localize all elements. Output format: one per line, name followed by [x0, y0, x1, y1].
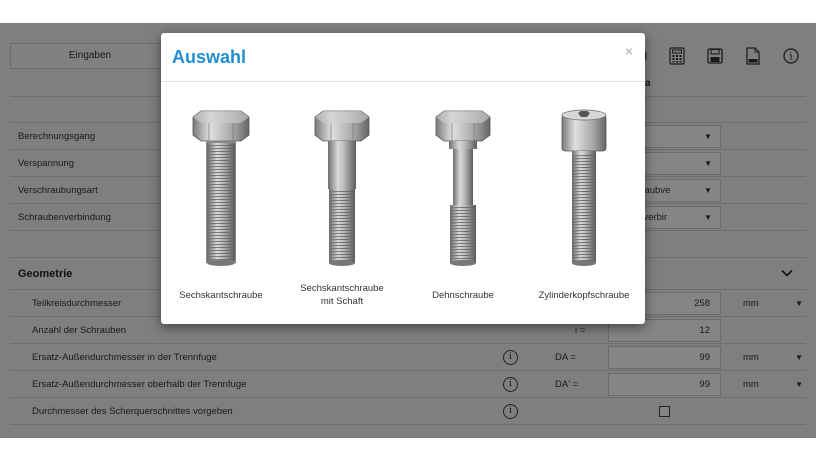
expansion-bolt-icon — [435, 110, 491, 266]
selection-modal: Auswahl × Sechskantschraube Sechskantsch… — [161, 33, 645, 324]
option-label: Sechskantschraube — [179, 290, 263, 301]
modal-divider — [161, 81, 645, 82]
option-label: Zylinderkopfschraube — [538, 290, 630, 301]
option-sechskantschraube-mit-schaft[interactable]: Sechskantschraube mit Schaft — [282, 91, 402, 311]
option-sechskantschraube[interactable]: Sechskantschraube — [161, 91, 281, 311]
close-button[interactable]: × — [625, 43, 633, 59]
option-label: Sechskantschraube — [300, 283, 384, 294]
option-zylinderkopfschraube[interactable]: Zylinderkopfschraube — [524, 91, 644, 311]
hex-bolt-icon — [192, 110, 250, 266]
socket-head-bolt-icon — [561, 109, 607, 266]
option-dehnschraube[interactable]: Dehnschraube — [403, 91, 523, 311]
option-label: Dehnschraube — [432, 290, 494, 301]
modal-title: Auswahl — [172, 47, 247, 67]
option-label-line2: mit Schaft — [320, 296, 364, 307]
hex-bolt-shank-icon — [314, 110, 370, 266]
